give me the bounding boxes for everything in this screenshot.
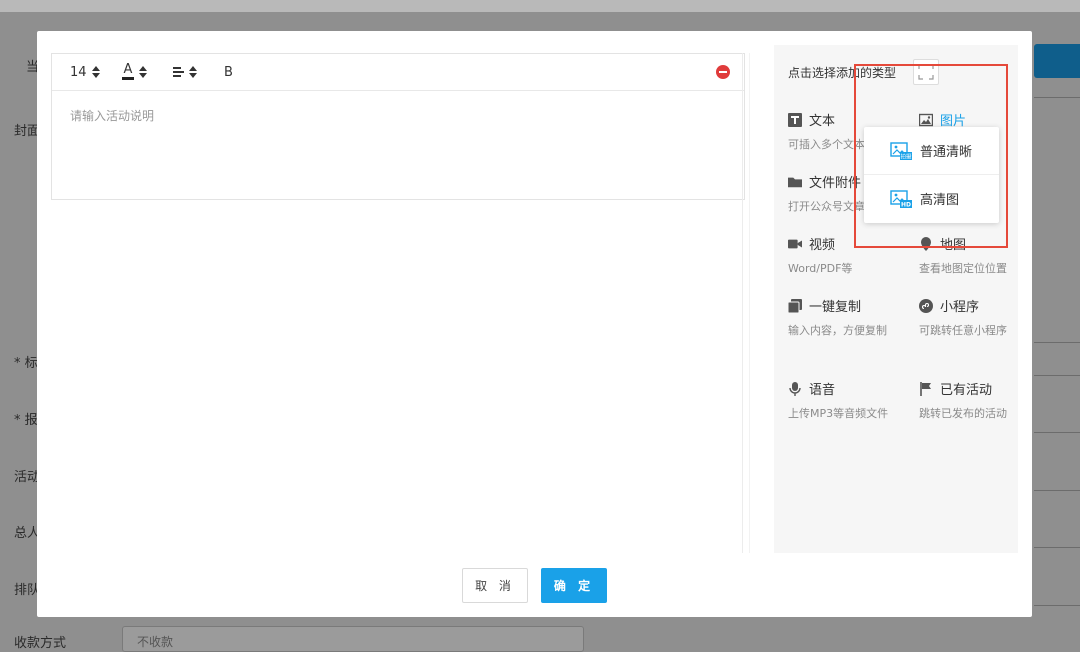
panel-title: 点击选择添加的类型 xyxy=(788,66,897,80)
type-label: 文件附件 xyxy=(809,176,862,191)
background-topbar xyxy=(0,0,1080,12)
expand-icon[interactable] xyxy=(913,59,939,85)
mini-program-icon xyxy=(919,298,933,313)
rich-text-editor: 14 A B 请输入活动说明 xyxy=(51,53,745,200)
background-payment-input: 不收款 xyxy=(122,626,584,652)
map-icon xyxy=(919,236,933,251)
remove-block-icon[interactable] xyxy=(716,65,730,79)
editor-scroll-divider xyxy=(742,53,743,553)
photo-capture-icon: 拍摄 xyxy=(890,141,912,160)
image-icon xyxy=(919,113,933,127)
cancel-button[interactable]: 取 消 xyxy=(462,568,528,603)
editor-scroll-divider xyxy=(749,53,750,553)
type-label: 小程序 xyxy=(940,300,980,315)
type-label: 地图 xyxy=(940,238,967,253)
background-label: * 报 xyxy=(14,413,38,428)
align-stepper-icon xyxy=(189,66,197,78)
type-label: 语音 xyxy=(809,383,836,398)
background-divider xyxy=(1034,97,1080,98)
background-primary-button xyxy=(1034,44,1080,78)
type-desc: 跳转已发布的活动 xyxy=(919,407,1007,420)
font-color-stepper-icon xyxy=(139,66,147,78)
background-divider xyxy=(1034,342,1080,343)
type-desc: 输入内容，方便复制 xyxy=(788,324,887,337)
hd-image-icon: HD xyxy=(890,189,912,208)
type-voice[interactable]: 语音 上传MP3等音频文件 xyxy=(788,379,908,423)
type-label: 已有活动 xyxy=(940,383,993,398)
video-icon xyxy=(788,237,802,251)
background-divider xyxy=(1034,547,1080,548)
type-desc: 可跳转任意小程序 xyxy=(919,324,1007,337)
type-desc: 查看地图定位位置 xyxy=(919,262,1007,275)
activity-description-input[interactable]: 请输入活动说明 xyxy=(52,91,744,140)
align-left-icon xyxy=(173,65,184,79)
bold-button[interactable]: B xyxy=(224,54,233,90)
background-divider xyxy=(1034,490,1080,491)
text-icon xyxy=(788,112,802,127)
font-color-label: A xyxy=(123,62,133,77)
editor-toolbar: 14 A B xyxy=(52,54,744,91)
copy-icon xyxy=(788,298,802,313)
confirm-button[interactable]: 确 定 xyxy=(541,568,607,603)
text-align-select[interactable] xyxy=(173,54,197,90)
option-label: 普通清晰 xyxy=(920,145,973,160)
content-type-panel: 点击选择添加的类型 文本 可插入多个文本段 图片 拍照或上传 文件附件 打开公众… xyxy=(774,45,1018,553)
editor-placeholder: 请输入活动说明 xyxy=(70,109,155,123)
font-size-value: 14 xyxy=(70,64,87,80)
photo-badge: 拍摄 xyxy=(900,152,912,160)
type-desc: Word/PDF等 xyxy=(788,262,853,275)
content-type-modal: 14 A B 请输入活动说明 点击选择添加的类型 文本 可插入多个文本段 图片 … xyxy=(37,31,1032,617)
type-label: 文本 xyxy=(809,114,836,129)
option-label: 高清图 xyxy=(920,193,960,208)
font-color-icon: A xyxy=(122,62,134,80)
font-color-select[interactable]: A xyxy=(122,54,147,90)
font-size-stepper-icon xyxy=(91,66,100,78)
type-label: 一键复制 xyxy=(809,300,862,315)
background-divider xyxy=(1034,375,1080,376)
microphone-icon xyxy=(788,381,802,396)
background-divider xyxy=(1034,605,1080,606)
image-quality-dropdown: 拍摄 普通清晰 HD 高清图 xyxy=(864,127,999,223)
hd-badge: HD xyxy=(901,201,911,208)
folder-icon xyxy=(788,175,802,189)
type-desc: 上传MP3等音频文件 xyxy=(788,407,889,420)
background-divider xyxy=(1034,432,1080,433)
type-existing-activity[interactable]: 已有活动 跳转已发布的活动 xyxy=(919,379,1039,423)
option-normal-quality[interactable]: 拍摄 普通清晰 xyxy=(864,127,999,174)
type-label: 视频 xyxy=(809,238,836,253)
bold-label: B xyxy=(224,64,233,80)
type-video[interactable]: 视频 Word/PDF等 xyxy=(788,234,908,278)
type-mini-program[interactable]: 小程序 可跳转任意小程序 xyxy=(919,296,1039,340)
flag-icon xyxy=(919,381,933,396)
background-label: * 标 xyxy=(14,356,38,371)
type-map[interactable]: 地图 查看地图定位位置 xyxy=(919,234,1039,278)
type-one-click-copy[interactable]: 一键复制 输入内容，方便复制 xyxy=(788,296,888,340)
option-hd-quality[interactable]: HD 高清图 xyxy=(864,174,999,222)
font-size-select[interactable]: 14 xyxy=(70,54,100,90)
